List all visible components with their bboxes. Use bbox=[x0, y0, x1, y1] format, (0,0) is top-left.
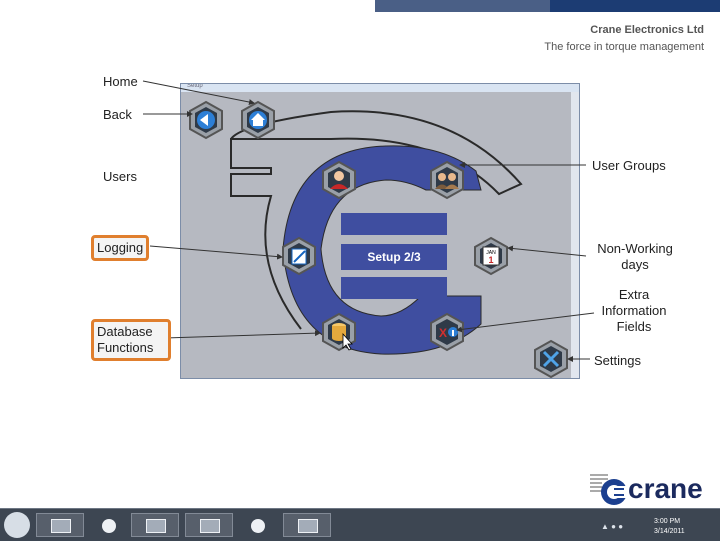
settings-button[interactable] bbox=[531, 339, 571, 378]
clock-time: 3:00 PM bbox=[654, 518, 681, 525]
logging-button[interactable] bbox=[279, 236, 319, 276]
house-icon bbox=[249, 111, 267, 129]
header-bar-dark bbox=[550, 0, 720, 12]
database-functions-button[interactable] bbox=[319, 312, 359, 352]
settings-callout: Settings bbox=[594, 353, 641, 368]
users-button[interactable] bbox=[319, 160, 359, 200]
user-groups-callout: User Groups bbox=[592, 158, 666, 173]
home-callout: Home bbox=[103, 74, 138, 89]
calendar-icon: JAN 1 bbox=[482, 246, 500, 266]
back-button[interactable] bbox=[186, 100, 226, 140]
setup-window: Setup Setup 2/3 JAN 1 X bbox=[180, 83, 580, 379]
user-groups-button[interactable] bbox=[427, 160, 467, 200]
svg-text:X: X bbox=[439, 326, 447, 340]
taskbar-window-2[interactable] bbox=[131, 513, 179, 537]
crane-logo: crane bbox=[588, 470, 708, 508]
database-functions-callout: Database Functions bbox=[91, 319, 171, 361]
taskbar-window-4[interactable] bbox=[283, 513, 331, 537]
users-callout: Users bbox=[103, 169, 137, 184]
home-button[interactable] bbox=[238, 100, 278, 140]
logbook-icon bbox=[291, 248, 307, 265]
clock-date: 3/14/2011 bbox=[654, 528, 685, 535]
start-button[interactable] bbox=[4, 512, 30, 538]
taskbar-window-3[interactable] bbox=[185, 513, 233, 537]
company-tagline: The force in torque management bbox=[544, 41, 704, 53]
crane-logo-word: crane bbox=[628, 473, 703, 504]
taskbar-app-icon-1[interactable] bbox=[102, 519, 116, 533]
back-arrow-icon bbox=[197, 111, 215, 129]
non-working-days-button[interactable]: JAN 1 bbox=[471, 236, 511, 276]
setup-page-indicator[interactable]: Setup 2/3 bbox=[341, 244, 447, 270]
logging-callout: Logging bbox=[91, 235, 150, 261]
back-callout: Back bbox=[103, 107, 132, 122]
extra-information-fields-callout: Extra Information Fields bbox=[601, 287, 667, 334]
menu-bar-bottom[interactable] bbox=[341, 277, 447, 299]
taskbar-app-icon-2[interactable] bbox=[251, 519, 265, 533]
company-header: Crane Electronics Ltd The force in torqu… bbox=[544, 22, 704, 56]
taskbar-clock[interactable]: 3:00 PM 3/14/2011 bbox=[654, 517, 685, 537]
system-tray[interactable]: ▲ ● ● bbox=[601, 522, 623, 531]
header-bar-light bbox=[375, 0, 550, 12]
extra-information-fields-button[interactable]: X bbox=[427, 312, 467, 352]
taskbar-window-1[interactable] bbox=[36, 513, 84, 537]
menu-bar-top[interactable] bbox=[341, 213, 447, 235]
taskbar: ▲ ● ● 3:00 PM 3/14/2011 bbox=[0, 508, 720, 541]
company-name: Crane Electronics Ltd bbox=[590, 24, 704, 36]
non-working-days-callout: Non-Working days bbox=[597, 241, 673, 272]
calendar-day: 1 bbox=[488, 255, 493, 265]
